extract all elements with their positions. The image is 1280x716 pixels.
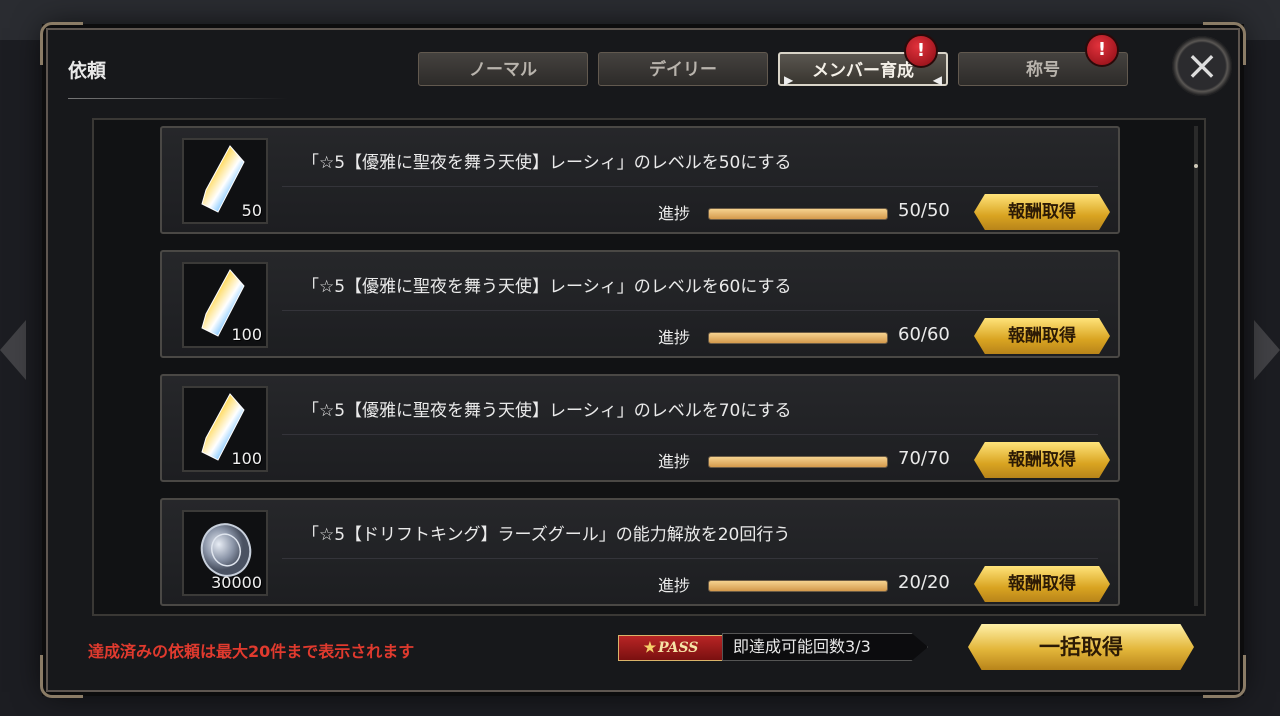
progress-label: 進捗 <box>658 452 691 471</box>
progress-bar <box>708 332 888 344</box>
right-arrow-icon <box>1254 320 1280 380</box>
scrollbar[interactable] <box>1194 126 1198 606</box>
divider <box>282 310 1098 311</box>
divider <box>282 434 1098 435</box>
progress-fill <box>709 581 887 591</box>
instant-complete-count: 即達成可能回数3/3 <box>722 633 928 661</box>
alert-icon: ! <box>904 34 938 68</box>
quest-card: 30000 「☆5【ドリフトキング】ラーズグール」の能力解放を20回行う 進捗 … <box>160 498 1120 606</box>
tab-label: ノーマル <box>469 60 537 80</box>
reward-quantity: 30000 <box>211 573 262 592</box>
quest-description: 「☆5【優雅に聖夜を舞う天使】レーシィ」のレベルを50にする <box>302 153 792 173</box>
reward-quantity: 100 <box>231 449 262 468</box>
progress-text: 50/50 <box>898 200 950 221</box>
claim-all-button[interactable]: 一括取得 <box>968 624 1194 670</box>
reward-slot: 50 <box>182 138 268 224</box>
quest-description: 「☆5【優雅に聖夜を舞う天使】レーシィ」のレベルを60にする <box>302 277 792 297</box>
progress-bar <box>708 580 888 592</box>
quest-list[interactable]: 50 「☆5【優雅に聖夜を舞う天使】レーシィ」のレベルを50にする 進捗 50/… <box>92 118 1206 616</box>
progress-label: 進捗 <box>658 204 691 223</box>
progress-bar <box>708 456 888 468</box>
reward-slot: 30000 <box>182 510 268 596</box>
progress-label: 進捗 <box>658 576 691 595</box>
tab-member-training[interactable]: ▶ メンバー育成 ◀ ! <box>778 34 948 87</box>
scroll-thumb[interactable] <box>1194 164 1198 168</box>
progress-text: 20/20 <box>898 572 950 593</box>
tab-title[interactable]: 称号 ! <box>958 33 1128 86</box>
claim-reward-button[interactable]: 報酬取得 <box>974 566 1110 602</box>
progress-text: 70/70 <box>898 448 950 469</box>
close-icon: × <box>1185 43 1219 89</box>
reward-quantity: 50 <box>241 201 262 220</box>
quest-description: 「☆5【ドリフトキング】ラーズグール」の能力解放を20回行う <box>302 525 791 545</box>
reward-quantity: 100 <box>231 325 262 344</box>
chevron-right-icon: ▶ <box>784 73 794 87</box>
tab-label: デイリー <box>649 60 717 80</box>
progress-bar <box>708 208 888 220</box>
tab-label: メンバー育成 <box>812 61 914 81</box>
frame-corner <box>40 655 83 698</box>
tab-label: 称号 <box>1026 60 1060 80</box>
claim-reward-button[interactable]: 報酬取得 <box>974 194 1110 230</box>
modal-title: 依頼 <box>68 60 107 82</box>
display-limit-note: 達成済みの依頼は最大20件まで表示されます <box>88 642 415 661</box>
star-icon: ★ <box>643 640 657 656</box>
reward-slot: 100 <box>182 262 268 348</box>
tab-daily[interactable]: デイリー <box>598 52 768 86</box>
title-divider <box>68 98 288 99</box>
reward-slot: 100 <box>182 386 268 472</box>
progress-text: 60/60 <box>898 324 950 345</box>
claim-reward-button[interactable]: 報酬取得 <box>974 442 1110 478</box>
divider <box>282 186 1098 187</box>
pass-badge[interactable]: ★ PASS <box>618 635 724 661</box>
quest-description: 「☆5【優雅に聖夜を舞う天使】レーシィ」のレベルを70にする <box>302 401 792 421</box>
quest-card: 100 「☆5【優雅に聖夜を舞う天使】レーシィ」のレベルを60にする 進捗 60… <box>160 250 1120 358</box>
quest-card: 100 「☆5【優雅に聖夜を舞う天使】レーシィ」のレベルを70にする 進捗 70… <box>160 374 1120 482</box>
tab-normal[interactable]: ノーマル <box>418 52 588 86</box>
pass-label: PASS <box>658 640 699 656</box>
chevron-left-icon: ◀ <box>932 73 942 87</box>
progress-fill <box>709 457 887 467</box>
divider <box>282 558 1098 559</box>
progress-fill <box>709 209 887 219</box>
claim-reward-button[interactable]: 報酬取得 <box>974 318 1110 354</box>
progress-label: 進捗 <box>658 328 691 347</box>
frame-corner <box>1203 655 1246 698</box>
quest-card: 50 「☆5【優雅に聖夜を舞う天使】レーシィ」のレベルを50にする 進捗 50/… <box>160 126 1120 234</box>
quest-modal: 依頼 ノーマル デイリー ▶ メンバー育成 ◀ ! 称号 ! × ♞ ↻ <box>40 22 1246 698</box>
left-arrow-icon <box>0 320 26 380</box>
progress-fill <box>709 333 887 343</box>
alert-icon: ! <box>1085 33 1119 67</box>
close-button[interactable]: × <box>1172 36 1232 96</box>
